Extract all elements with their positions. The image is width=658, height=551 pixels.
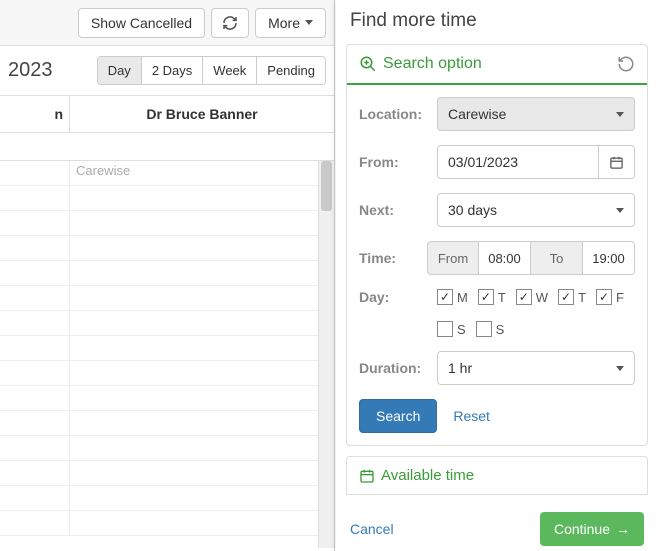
search-option-header: Search option [347,45,647,85]
day-checkbox-group: M T W T F S S [437,289,635,337]
continue-label: Continue [554,521,610,537]
location-label: Location: [359,106,429,122]
column-header-partial: n [0,96,70,133]
from-date-value: 03/01/2023 [448,154,518,170]
search-option-title: Search option [383,55,482,73]
day-mon-label: M [457,290,468,305]
calendar-row[interactable] [0,436,334,461]
calendar-outline-icon [359,468,375,484]
column-header-doctor: Dr Bruce Banner [70,96,334,133]
calendar-icon [609,155,624,170]
duration-label: Duration: [359,360,429,376]
time-range-group: From 08:00 To 19:00 [427,241,635,275]
undo-icon[interactable] [617,55,635,73]
reset-link[interactable]: Reset [453,408,490,424]
search-zoom-icon [359,55,377,73]
available-time-card: Available time [346,456,648,495]
calendar-row[interactable] [0,236,334,261]
duration-value: 1 hr [448,360,472,376]
day-wed-label: W [536,290,548,305]
time-to-input[interactable]: 19:00 [583,241,635,275]
day-mon-checkbox[interactable] [437,289,453,305]
arrow-right-icon [616,521,630,537]
location-value: Carewise [448,106,506,122]
day-tue-label: T [498,290,506,305]
day-sun-checkbox[interactable] [476,321,492,337]
day-tue-checkbox[interactable] [478,289,494,305]
calendar-row[interactable] [0,386,334,411]
cancel-link[interactable]: Cancel [350,521,394,537]
date-view-row: 2023 Day 2 Days Week Pending [0,46,334,96]
calendar-pane: Show Cancelled More 2023 Day 2 Days Week… [0,0,335,551]
calendar-row[interactable] [0,261,334,286]
calendar-row[interactable] [0,211,334,236]
next-select[interactable]: 30 days [437,193,635,227]
calendar-row[interactable] [0,286,334,311]
day-label: Day: [359,289,429,305]
available-time-title: Available time [381,467,474,484]
current-date-text: 2023 [8,59,53,82]
day-fri-checkbox[interactable] [596,289,612,305]
search-form: Location: Carewise From: 03/01/2023 [347,85,647,445]
next-label: Next: [359,202,429,218]
view-day-button[interactable]: Day [98,57,142,84]
calendar-column-headers: n Dr Bruce Banner [0,96,334,133]
refresh-button[interactable] [211,8,249,38]
calendar-picker-button[interactable] [599,145,635,179]
more-dropdown-button[interactable]: More [255,8,326,38]
continue-button[interactable]: Continue [540,512,644,546]
scrollbar-thumb[interactable] [321,161,332,211]
chevron-down-icon [616,112,624,117]
view-pending-button[interactable]: Pending [257,57,325,84]
location-select[interactable]: Carewise [437,97,635,131]
calendar-row[interactable] [0,511,334,536]
day-thu-label: T [578,290,586,305]
time-to-label: To [531,241,583,275]
find-time-panel: Find more time Search option Location: C… [336,0,658,551]
view-2days-button[interactable]: 2 Days [142,57,203,84]
time-from-input[interactable]: 08:00 [479,241,531,275]
panel-title: Find more time [336,0,658,38]
day-sun-label: S [496,322,505,337]
from-date-input[interactable]: 03/01/2023 [437,145,599,179]
from-label: From: [359,154,429,170]
duration-select[interactable]: 1 hr [437,351,635,385]
panel-footer: Cancel Continue [336,507,658,551]
next-value: 30 days [448,202,497,218]
refresh-icon [222,15,238,31]
day-sat-label: S [457,322,466,337]
chevron-down-icon [616,366,624,371]
calendar-row[interactable] [0,486,334,511]
time-from-label: From [427,241,479,275]
show-cancelled-button[interactable]: Show Cancelled [78,8,205,38]
calendar-row[interactable] [0,411,334,436]
search-option-card: Search option Location: Carewise From: [346,44,648,446]
calendar-row[interactable] [0,336,334,361]
search-button[interactable]: Search [359,399,437,433]
view-segmented-control: Day 2 Days Week Pending [97,56,326,85]
calendar-subheader [0,133,334,161]
calendar-row[interactable] [0,461,334,486]
calendar-scrollbar[interactable] [318,161,334,548]
time-label: Time: [359,250,419,266]
calendar-row[interactable] [0,361,334,386]
day-thu-checkbox[interactable] [558,289,574,305]
calendar-toolbar: Show Cancelled More [0,0,334,46]
chevron-down-icon [616,208,624,213]
chevron-down-icon [305,20,313,25]
more-label: More [268,15,300,31]
day-fri-label: F [616,290,624,305]
calendar-row[interactable] [0,186,334,211]
day-wed-checkbox[interactable] [516,289,532,305]
day-sat-checkbox[interactable] [437,321,453,337]
calendar-row[interactable] [0,311,334,336]
calendar-row[interactable] [0,161,334,186]
view-week-button[interactable]: Week [203,57,257,84]
calendar-grid[interactable]: Carewise [0,161,334,548]
